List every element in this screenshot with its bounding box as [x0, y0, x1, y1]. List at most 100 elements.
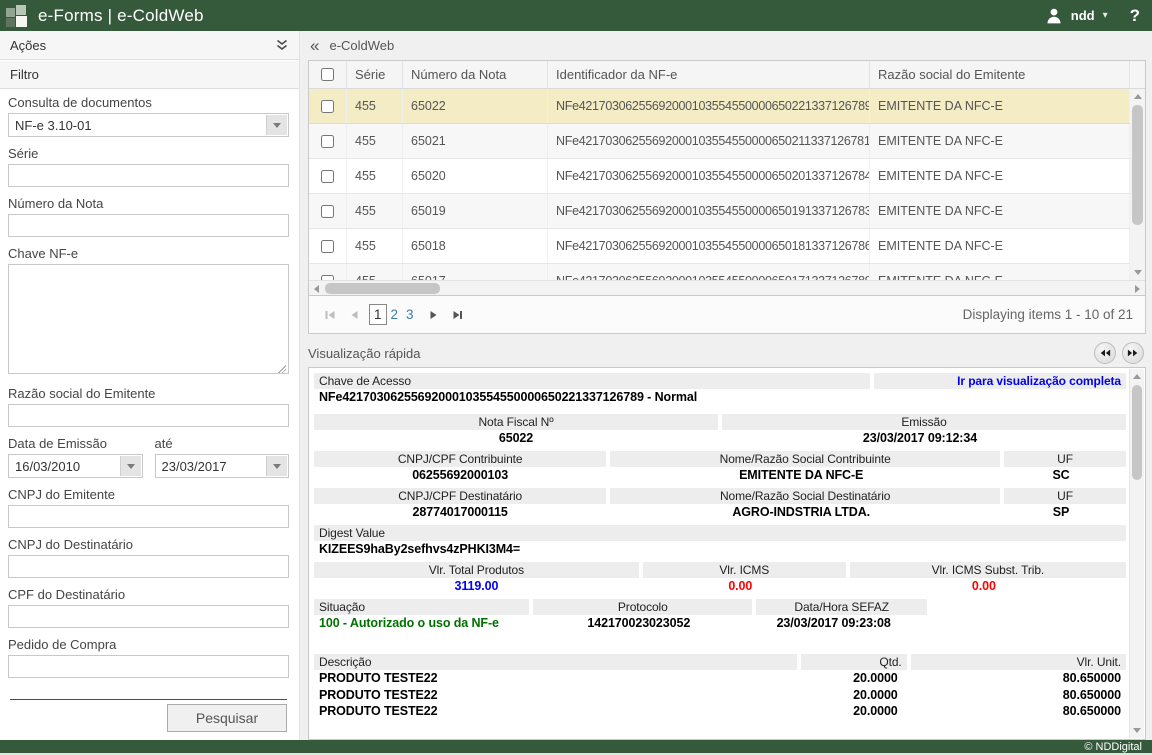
grid-horizontal-scrollbar[interactable] — [309, 280, 1145, 295]
cnpj-contribuinte-label: CNPJ/CPF Contribuinte — [314, 451, 606, 467]
column-header-serie[interactable]: Série — [347, 61, 403, 88]
situacao-value: 100 - Autorizado o uso da NF-e — [314, 615, 529, 632]
preview-vertical-scrollbar[interactable] — [1129, 369, 1144, 738]
cpf-destinatario-label: CPF do Destinatário — [8, 587, 289, 602]
resize-grip-icon[interactable] — [277, 364, 286, 373]
qtd-header: Qtd. — [801, 654, 907, 670]
page-number-2[interactable]: 2 — [387, 305, 403, 324]
data-emissao-ate-value: 23/03/2017 — [162, 459, 227, 474]
serie-input[interactable] — [8, 164, 289, 187]
emissao-label: Emissão — [722, 414, 1126, 430]
cell-serie: 455 — [347, 264, 403, 280]
table-row[interactable]: 455 65018 NFe421703062556920001035545500… — [309, 229, 1130, 264]
fast-backward-icon — [1099, 348, 1111, 358]
pagination-status: Displaying items 1 - 10 of 21 — [963, 307, 1133, 322]
chave-nfe-textarea[interactable] — [8, 264, 289, 374]
user-icon — [1045, 7, 1063, 25]
grid-title: e-ColdWeb — [329, 38, 394, 53]
nome-destinatario-value: AGRO-INDSTRIA LTDA. — [606, 504, 996, 521]
column-header-razao[interactable]: Razão social do Emitente — [870, 61, 1130, 88]
previous-document-button[interactable] — [1094, 342, 1116, 364]
grid-rows: 455 65022 NFe421703062556920001035545500… — [309, 89, 1130, 280]
cell-numero: 65019 — [403, 194, 548, 228]
app-title: e-Forms | e-ColdWeb — [38, 6, 204, 26]
grid-vertical-scrollbar[interactable] — [1130, 89, 1145, 280]
table-row[interactable]: 455 65019 NFe421703062556920001035545500… — [309, 194, 1130, 229]
descricao-header: Descrição — [314, 654, 797, 670]
cell-serie: 455 — [347, 194, 403, 228]
calendar-dropdown-button[interactable] — [120, 456, 141, 476]
cell-razao: EMITENTE DA NFC-E — [870, 264, 1130, 280]
collapse-sidebar-icon[interactable]: « — [308, 36, 319, 56]
data-emissao-ate-picker[interactable]: 23/03/2017 — [155, 454, 290, 478]
next-document-button[interactable] — [1122, 342, 1144, 364]
uf-label: UF — [1004, 488, 1126, 504]
row-checkbox[interactable] — [321, 100, 334, 113]
row-checkbox[interactable] — [321, 170, 334, 183]
uf-label: UF — [1004, 451, 1126, 467]
scroll-up-icon[interactable] — [1130, 89, 1145, 104]
cnpj-destinatario-input[interactable] — [8, 555, 289, 578]
grid-header-row: Série Número da Nota Identificador da NF… — [309, 61, 1145, 89]
dropdown-button[interactable] — [266, 115, 287, 135]
help-button[interactable]: ? — [1130, 6, 1140, 26]
full-view-link[interactable]: Ir para visualização completa — [874, 373, 1126, 389]
razao-social-input[interactable] — [8, 404, 289, 427]
cnpj-contribuinte-value: 06255692000103 — [314, 467, 606, 484]
page-number-3[interactable]: 3 — [402, 305, 418, 324]
chevrons-down-icon[interactable] — [275, 39, 289, 52]
row-checkbox[interactable] — [321, 205, 334, 218]
calendar-dropdown-button[interactable] — [266, 456, 287, 476]
select-all-checkbox[interactable] — [321, 68, 334, 81]
document-type-select[interactable]: NF-e 3.10-01 — [8, 113, 289, 137]
data-emissao-de-picker[interactable]: 16/03/2010 — [8, 454, 143, 478]
scrollbar-thumb[interactable] — [1132, 385, 1142, 480]
cnpj-destinatario-value: 28774017000115 — [314, 504, 606, 521]
numero-nota-input[interactable] — [8, 214, 289, 237]
product-qtd: 20.0000 — [797, 687, 903, 704]
actions-section-header[interactable]: Ações — [0, 31, 299, 60]
scroll-down-icon[interactable] — [1130, 265, 1145, 280]
vlr-icms-value: 0.00 — [639, 578, 842, 595]
chevron-down-icon[interactable]: ▾ — [1103, 10, 1108, 21]
emissao-value: 23/03/2017 09:12:34 — [718, 430, 1122, 447]
filter-form: Consulta de documentos NF-e 3.10-01 Séri… — [0, 89, 299, 740]
pedido-compra-input[interactable] — [8, 655, 289, 678]
cnpj-emitente-input[interactable] — [8, 505, 289, 528]
ate-label: até — [155, 436, 290, 451]
table-row[interactable]: 455 65017 NFe421703062556920001035545500… — [309, 264, 1130, 280]
product-row: PRODUTO TESTE22 20.0000 80.650000 — [314, 670, 1126, 687]
column-header-numero[interactable]: Número da Nota — [403, 61, 548, 88]
scrollbar-thumb[interactable] — [325, 283, 440, 294]
scroll-right-icon[interactable] — [1130, 281, 1145, 296]
data-emissao-label: Data de Emissão — [8, 436, 143, 451]
user-menu[interactable]: ndd — [1071, 8, 1095, 23]
product-vlr: 80.650000 — [903, 703, 1126, 720]
cpf-destinatario-input[interactable] — [8, 605, 289, 628]
numero-nota-label: Número da Nota — [8, 196, 289, 211]
digest-value: KIZEES9haBy2sefhvs4zPHKI3M4= — [314, 541, 1126, 558]
results-grid: Série Número da Nota Identificador da NF… — [308, 60, 1146, 296]
scrollbar-thumb[interactable] — [1132, 105, 1143, 225]
next-page-button[interactable] — [424, 306, 442, 324]
cell-razao: EMITENTE DA NFC-E — [870, 89, 1130, 123]
product-vlr: 80.650000 — [903, 670, 1126, 687]
protocolo-label: Protocolo — [533, 599, 752, 615]
scroll-down-icon[interactable] — [1130, 723, 1144, 738]
table-row[interactable]: 455 65021 NFe421703062556920001035545500… — [309, 124, 1130, 159]
scroll-up-icon[interactable] — [1130, 369, 1144, 384]
cell-serie: 455 — [347, 124, 403, 158]
search-button[interactable]: Pesquisar — [167, 704, 287, 732]
filter-section-header[interactable]: Filtro — [0, 60, 299, 89]
scroll-left-icon[interactable] — [309, 281, 324, 296]
nome-contribuinte-value: EMITENTE DA NFC-E — [606, 467, 996, 484]
cell-razao: EMITENTE DA NFC-E — [870, 159, 1130, 193]
row-checkbox[interactable] — [321, 240, 334, 253]
table-row[interactable]: 455 65020 NFe421703062556920001035545500… — [309, 159, 1130, 194]
last-page-button[interactable] — [448, 306, 466, 324]
row-checkbox[interactable] — [321, 135, 334, 148]
table-row[interactable]: 455 65022 NFe421703062556920001035545500… — [309, 89, 1130, 124]
cell-numero: 65020 — [403, 159, 548, 193]
app-footer: © NDDigital — [0, 740, 1152, 755]
column-header-identificador[interactable]: Identificador da NF-e — [548, 61, 870, 88]
